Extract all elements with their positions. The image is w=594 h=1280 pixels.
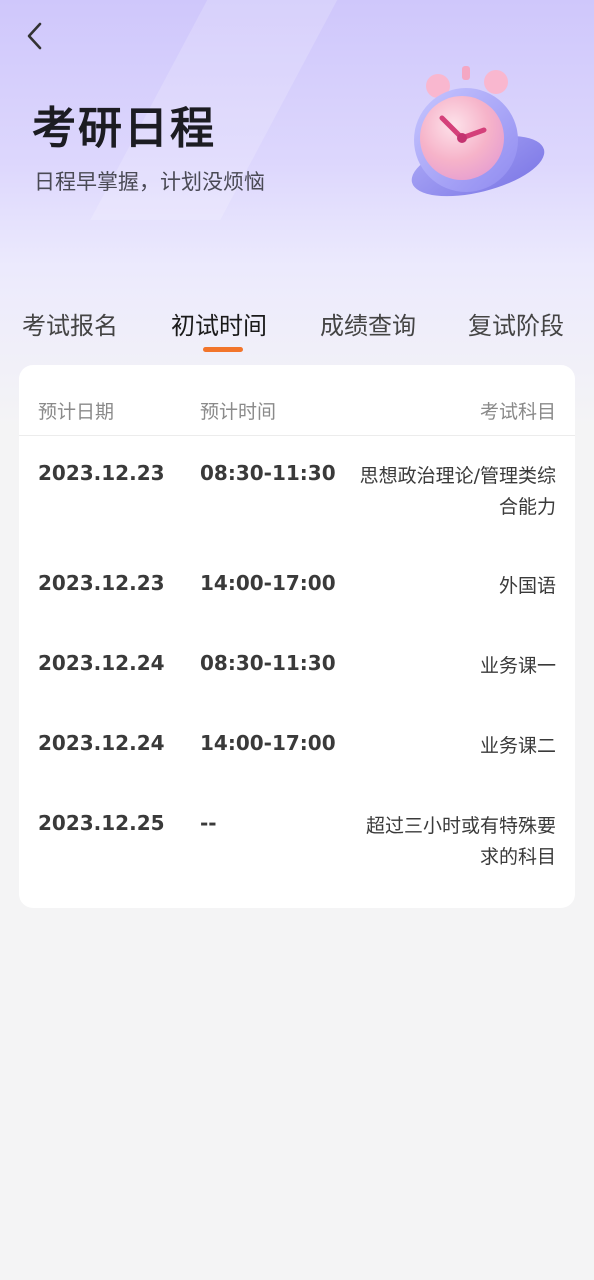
tab-bar: 考试报名 初试时间 成绩查询 复试阶段	[0, 300, 594, 360]
row-time: 08:30-11:30	[200, 461, 336, 485]
tab-score-query[interactable]: 成绩查询	[320, 306, 416, 341]
row-subject: 超过三小时或有特殊要求的科目	[365, 815, 556, 868]
table-header: 预计日期 预计时间 考试科目	[19, 365, 575, 436]
row-subject: 思想政治理论/管理类综合能力	[359, 465, 556, 518]
row-time: 14:00-17:00	[200, 571, 336, 595]
row-subject: 业务课二	[479, 735, 556, 757]
column-header-time: 预计时间	[200, 401, 277, 423]
row-subject: 外国语	[498, 575, 556, 597]
page-title: 考研日程	[32, 103, 216, 154]
chevron-left-icon	[27, 22, 42, 50]
row-subject: 业务课一	[479, 655, 556, 677]
active-tab-indicator	[203, 347, 243, 352]
tab-registration[interactable]: 考试报名	[22, 306, 118, 341]
row-date: 2023.12.23	[38, 571, 165, 595]
row-date: 2023.12.24	[38, 731, 165, 755]
page-subtitle: 日程早掌握，计划没烦恼	[34, 170, 265, 194]
column-header-subject: 考试科目	[479, 401, 556, 423]
column-header-date: 预计日期	[38, 401, 115, 423]
row-date: 2023.12.23	[38, 461, 165, 485]
row-date: 2023.12.25	[38, 811, 165, 835]
row-time: --	[200, 811, 217, 835]
back-button[interactable]	[20, 20, 52, 52]
schedule-card: 预计日期 预计时间 考试科目 2023.12.23 08:30-11:30 思想…	[19, 365, 575, 908]
row-date: 2023.12.24	[38, 651, 165, 675]
row-time: 14:00-17:00	[200, 731, 336, 755]
tab-retest-stage[interactable]: 复试阶段	[468, 306, 564, 341]
row-time: 08:30-11:30	[200, 651, 336, 675]
tab-preliminary-exam-time[interactable]: 初试时间	[171, 306, 267, 341]
alarm-clock-icon	[411, 66, 545, 197]
